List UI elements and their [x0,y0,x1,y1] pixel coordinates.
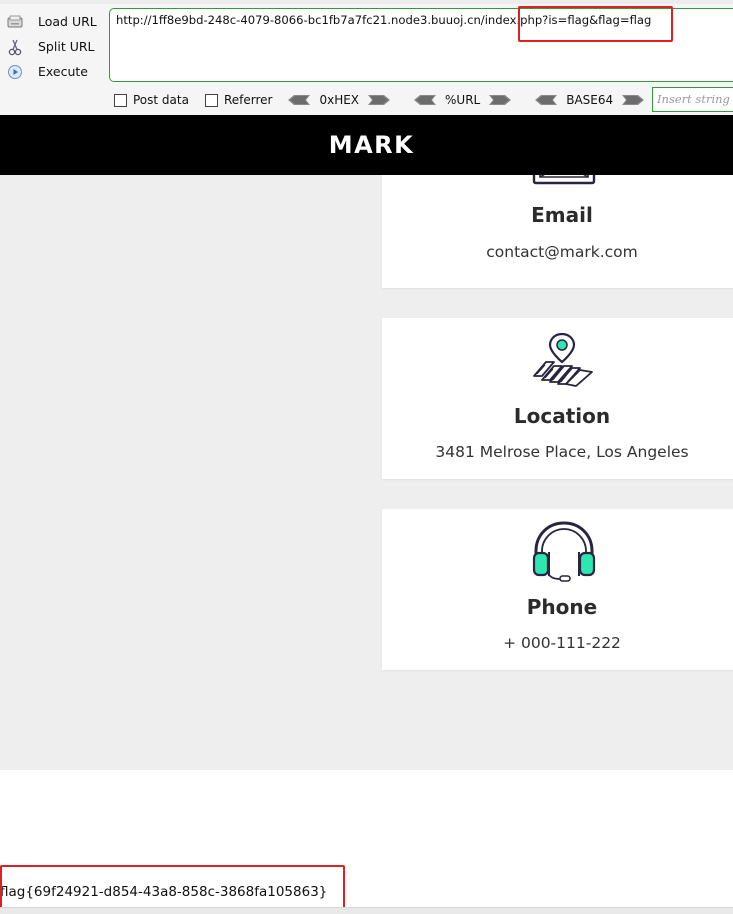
contact-card-phone: Phone + 000-111-222 [382,509,733,670]
url-decode-arrow-icon[interactable] [414,95,437,105]
base64-encoder-label: BASE64 [566,93,614,107]
split-url-icon [6,38,24,56]
split-url-label: Split URL [38,39,95,54]
hex-encoder-label: 0xHEX [319,93,360,107]
load-url-label: Load URL [38,14,97,29]
execute-icon [6,63,24,81]
hex-decode-arrow-icon[interactable] [288,95,311,105]
phone-detail: + 000-111-222 [503,634,621,652]
url-encode-arrow-icon[interactable] [489,95,512,105]
site-header: MARK [0,115,733,175]
referrer-checkbox-box[interactable] [204,93,218,107]
phone-title: Phone [526,595,598,619]
post-data-label: Post data [133,93,189,107]
post-data-checkbox[interactable]: Post data [114,93,189,107]
url-encoder[interactable]: %URL [414,93,512,107]
site-logo[interactable]: MARK [329,131,415,159]
contact-card-email: Email contact@mark.com [382,175,733,288]
envelope-icon [532,175,596,198]
hackbar-toolbar: Load URL Split URL Execute http://1ff8e9… [0,0,733,115]
location-title: Location [513,404,611,428]
referrer-checkbox[interactable]: Referrer [204,93,273,107]
referrer-label: Referrer [223,93,273,107]
hex-encoder[interactable]: 0xHEX [288,93,391,107]
load-url-button[interactable]: Load URL [6,9,106,34]
flag-highlight-box [0,865,345,909]
load-url-icon [6,13,24,31]
hex-encode-arrow-icon[interactable] [368,95,391,105]
execute-button[interactable]: Execute [6,59,106,84]
hackbar-options: Post data Referrer 0xHEX %URL BASE64 [114,91,650,109]
post-data-checkbox-box[interactable] [114,93,127,107]
split-url-button[interactable]: Split URL [6,34,106,59]
base64-decode-arrow-icon[interactable] [535,95,558,105]
url-query-highlight [518,6,673,42]
contact-section: Email contact@mark.com Location 3481 Mel… [0,175,733,770]
hackbar-actions: Load URL Split URL Execute [6,9,106,84]
execute-label: Execute [38,64,88,79]
contact-card-location: Location 3481 Melrose Place, Los Angeles [382,318,733,479]
headset-icon [532,521,596,588]
map-pin-icon [532,332,596,393]
insert-string-input[interactable]: Insert string to replace [652,87,733,112]
location-detail: 3481 Melrose Place, Los Angeles [435,443,689,461]
toolbar-top-edge [0,0,733,4]
base64-encode-arrow-icon[interactable] [622,95,645,105]
email-title: Email [531,203,593,227]
url-encoder-label: %URL [445,93,481,107]
base64-encoder[interactable]: BASE64 [535,93,645,107]
email-detail: contact@mark.com [486,243,638,261]
